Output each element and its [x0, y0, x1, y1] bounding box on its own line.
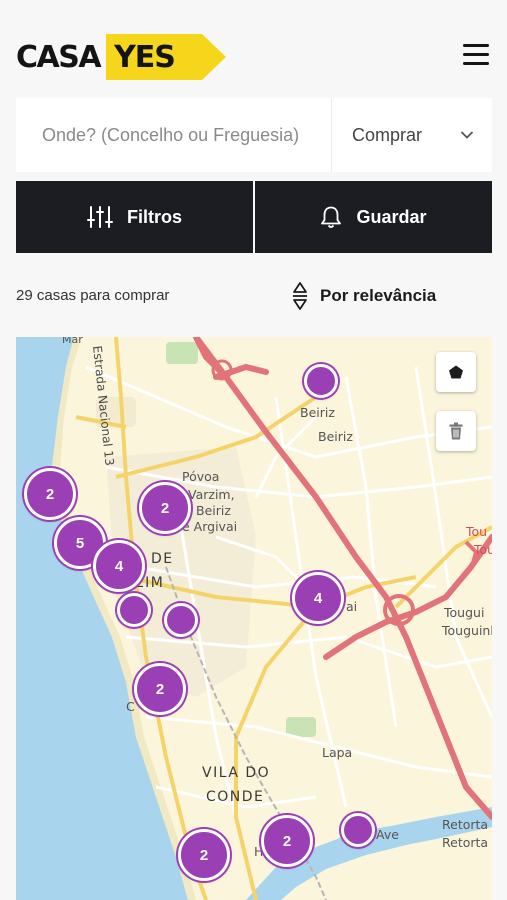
results-count: 29 casas para comprar — [16, 287, 170, 304]
search-bar: Comprar — [16, 98, 492, 172]
map-label-ave: Ave — [376, 827, 399, 842]
map-label-povoa-4: e Argivai — [182, 519, 238, 534]
map-label-argivai-suffix: ai — [346, 599, 358, 614]
sort-arrows-icon — [293, 282, 307, 310]
draw-polygon-icon — [449, 365, 463, 379]
map-label-povoa-3: Beiriz — [196, 503, 231, 518]
map-cluster[interactable]: 2 — [261, 815, 313, 867]
results-toolbar: 29 casas para comprar Por relevância — [16, 278, 492, 314]
map-label-beiriz-1: Beiriz — [300, 405, 335, 420]
map-label-vila-2: CONDE — [206, 789, 265, 805]
map-label-beiriz-2: Beiriz — [318, 429, 353, 444]
map-label-lapa: Lapa — [322, 745, 353, 760]
map-cluster[interactable]: 4 — [292, 572, 344, 624]
results-map[interactable]: Mar Estrada Nacional 13 Beiriz Beiriz Pó… — [16, 337, 492, 900]
map-label-povoa-1: Póvoa — [182, 469, 220, 484]
map-cluster[interactable]: 2 — [24, 468, 76, 520]
draw-polygon-button[interactable] — [436, 352, 476, 392]
save-search-button[interactable]: Guardar — [255, 181, 492, 253]
map-label-tou-2: Tou — [474, 542, 492, 557]
sliders-icon — [86, 206, 113, 228]
sort-button[interactable]: Por relevância — [292, 278, 436, 314]
map-cluster[interactable]: 2 — [139, 482, 191, 534]
bell-icon — [321, 206, 342, 228]
map-marker[interactable] — [117, 593, 151, 627]
map-base-layer — [16, 337, 492, 900]
delete-shape-button[interactable] — [436, 411, 476, 451]
chevron-down-icon — [460, 131, 474, 139]
filters-button[interactable]: Filtros — [16, 181, 253, 253]
hamburger-menu-icon[interactable] — [463, 44, 489, 66]
map-label-retorta-2: Retorta — [442, 835, 489, 850]
sort-label: Por relevância — [320, 286, 437, 305]
save-label: Guardar — [356, 206, 427, 227]
logo-text-casa: CASA — [16, 39, 102, 75]
map-cluster[interactable]: 2 — [134, 663, 186, 715]
casayes-logo[interactable]: CASA YES — [16, 33, 227, 81]
map-label-touguinha-1: Tougui — [444, 605, 485, 620]
map-label-tou-1: Tou — [466, 524, 488, 539]
logo-text-yes: YES — [114, 40, 176, 75]
map-label-retorta-1: Retorta — [442, 817, 489, 832]
location-search-input[interactable] — [16, 98, 332, 172]
logo-yes-badge: YES — [106, 34, 227, 80]
transaction-type-select[interactable]: Comprar — [332, 98, 492, 172]
trash-icon — [449, 422, 463, 440]
map-marker[interactable] — [164, 603, 198, 637]
map-label-vila-1: VILA DO — [202, 765, 271, 781]
action-buttons: Filtros Guardar — [16, 181, 492, 253]
map-cluster[interactable]: 2 — [178, 829, 230, 881]
map-label-touguinha-2: Touguinh — [442, 623, 492, 638]
filters-label: Filtros — [126, 206, 182, 227]
map-label-povoa-2: Varzim, — [188, 487, 235, 502]
map-label-mar: Mar — [62, 337, 83, 346]
app-header: CASA YES — [0, 0, 507, 95]
transaction-type-value: Comprar — [352, 124, 423, 145]
map-marker[interactable] — [341, 813, 375, 847]
map-label-c: C — [126, 699, 135, 714]
map-marker[interactable] — [304, 364, 338, 398]
map-cluster[interactable]: 4 — [93, 540, 145, 592]
